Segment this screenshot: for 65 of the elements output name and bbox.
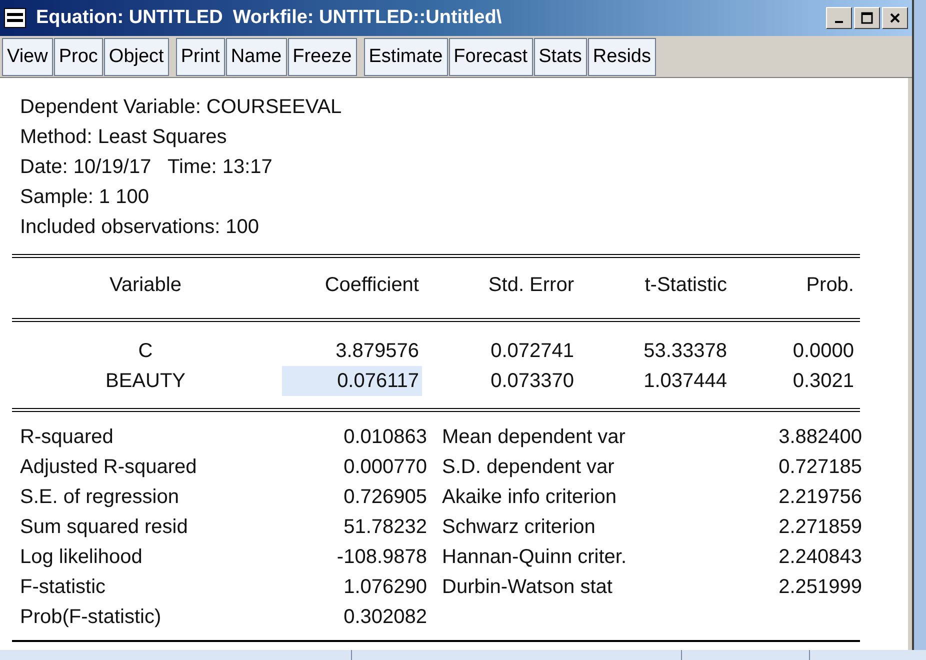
maximize-icon bbox=[861, 12, 873, 24]
column-header: Coefficient bbox=[324, 273, 420, 298]
table-cell[interactable]: 0.072741 bbox=[422, 336, 577, 366]
toolbar-button[interactable]: Name bbox=[226, 38, 287, 76]
toolbar-button[interactable]: Stats bbox=[534, 38, 587, 76]
statistic-label: S.D. dependent var bbox=[442, 455, 616, 480]
toolbar-button[interactable]: Freeze bbox=[288, 38, 357, 76]
statistic-value: 0.726905 bbox=[342, 485, 428, 510]
maximize-button[interactable] bbox=[854, 7, 880, 29]
statistic-value: 0.302082 bbox=[342, 605, 428, 630]
toolbar-button[interactable]: Object bbox=[104, 38, 169, 76]
statistic-value: 2.251999 bbox=[778, 575, 863, 600]
toolbar-button[interactable]: Estimate bbox=[364, 38, 448, 76]
toolbar-button[interactable]: Resids bbox=[588, 38, 656, 76]
minimize-icon bbox=[835, 21, 843, 23]
table-cell[interactable]: 0.0000 bbox=[730, 336, 857, 366]
table-cell[interactable]: 3.879576 bbox=[282, 336, 422, 366]
toolbar-button[interactable]: Proc bbox=[54, 38, 103, 76]
statistic-label: Mean dependent var bbox=[442, 425, 626, 450]
workfile-title: Workfile: UNTITLED::Untitled\ bbox=[232, 7, 502, 29]
table-cell[interactable]: 0.076117 bbox=[282, 366, 422, 396]
table-cell[interactable]: 1.037444 bbox=[577, 366, 730, 396]
table-cell[interactable]: 53.33378 bbox=[577, 336, 730, 366]
equation-info: Sample: 1 100 bbox=[19, 185, 150, 210]
table-cell[interactable]: 0.073370 bbox=[422, 366, 577, 396]
statistic-label: Akaike info criterion bbox=[442, 485, 618, 510]
column-header: Prob. bbox=[805, 273, 855, 298]
statistic-value: 3.882400 bbox=[778, 425, 863, 450]
statistic-label: S.E. of regression bbox=[20, 485, 180, 510]
close-button[interactable] bbox=[882, 7, 908, 29]
statistic-label: Hannan-Quinn criter. bbox=[442, 545, 628, 570]
statistic-label: Schwarz criterion bbox=[442, 515, 596, 540]
column-header: t-Statistic bbox=[644, 273, 728, 298]
statistic-label: Sum squared resid bbox=[20, 515, 189, 540]
statistic-value: 2.219756 bbox=[778, 485, 863, 510]
statistic-value: 0.010863 bbox=[342, 425, 428, 450]
statistic-label: Adjusted R-squared bbox=[20, 455, 198, 480]
equation-info: Included observations: 100 bbox=[19, 215, 260, 240]
statistic-value: 1.076290 bbox=[342, 575, 428, 600]
statistic-value: 0.727185 bbox=[778, 455, 863, 480]
statistic-label: Prob(F-statistic) bbox=[20, 605, 162, 630]
equation-info: Dependent Variable: COURSEEVAL bbox=[19, 95, 343, 120]
statistic-value: 51.78232 bbox=[342, 515, 428, 540]
column-header: Std. Error bbox=[487, 273, 575, 298]
toolbar-button[interactable]: View bbox=[2, 38, 53, 76]
toolbar-button[interactable]: Print bbox=[176, 38, 225, 76]
table-cell[interactable]: 0.3021 bbox=[730, 366, 857, 396]
statistic-value: 2.240843 bbox=[778, 545, 863, 570]
statistic-value: 2.271859 bbox=[778, 515, 863, 540]
window-menu-icon[interactable] bbox=[4, 8, 26, 28]
minimize-button[interactable] bbox=[826, 7, 852, 29]
statistic-label: R-squared bbox=[20, 425, 114, 450]
table-cell[interactable]: C bbox=[12, 336, 282, 366]
window-title: Equation: UNTITLED bbox=[36, 7, 223, 29]
statistic-label: Durbin-Watson stat bbox=[442, 575, 614, 600]
statistic-value: 0.000770 bbox=[342, 455, 428, 480]
column-header: Variable bbox=[108, 273, 182, 298]
statistic-label: F-statistic bbox=[20, 575, 107, 600]
table-cell[interactable]: BEAUTY bbox=[12, 366, 282, 396]
toolbar-button[interactable]: Forecast bbox=[448, 38, 533, 76]
statistic-value: -108.9878 bbox=[336, 545, 428, 570]
statistic-label: Log likelihood bbox=[20, 545, 144, 570]
close-icon bbox=[889, 12, 901, 24]
equation-info: Method: Least Squares bbox=[19, 125, 228, 150]
equation-info: Date: 10/19/17 Time: 13:17 bbox=[19, 155, 274, 180]
